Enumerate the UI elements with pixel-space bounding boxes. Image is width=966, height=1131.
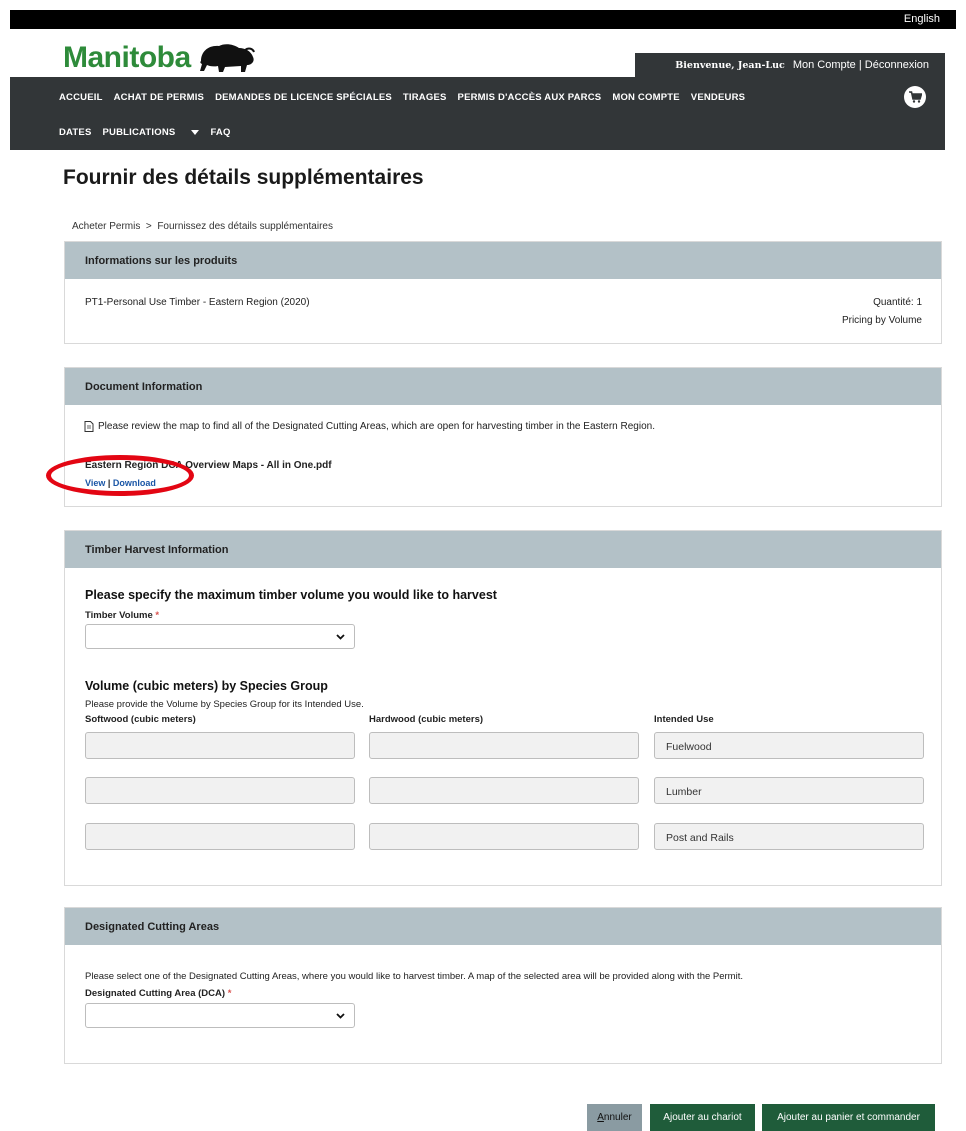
breadcrumb-sep: > [145,221,152,232]
nav-item-achat-de-permis[interactable]: ACHAT DE PERMIS [114,92,204,103]
cancel-button[interactable]: Annuler [587,1104,642,1131]
timber-panel-heading: Timber Harvest Information [65,531,941,568]
hardwood-input-fuelwood[interactable] [369,732,639,759]
main-nav [10,77,945,150]
nav-item-faq[interactable]: FAQ [210,127,230,138]
chevron-down-icon [336,634,345,640]
softwood-input-lumber[interactable] [85,777,355,804]
page-title: Fournir des détails supplémentaires [63,166,424,189]
product-info-panel: Informations sur les produits PT1-Person… [64,241,942,344]
document-icon [84,421,94,432]
brand-name: Manitoba [63,41,191,74]
document-info-panel: Document Information Please review the m… [64,367,942,507]
dca-description: Please select one of the Designated Cutt… [85,971,743,982]
dca-panel-heading: Designated Cutting Areas [65,908,941,945]
species-help: Please provide the Volume by Species Gro… [85,699,364,710]
species-title: Volume (cubic meters) by Species Group [85,679,328,693]
dca-select[interactable] [85,1003,355,1028]
logout-link[interactable]: Déconnexion [865,59,929,71]
intended-use-fuelwood: Fuelwood [654,732,924,759]
hardwood-input-lumber[interactable] [369,777,639,804]
softwood-input-post-rails[interactable] [85,823,355,850]
product-panel-heading: Informations sur les produits [65,242,941,279]
nav-row-1: ACCUEIL ACHAT DE PERMIS DEMANDES DE LICE… [59,92,756,103]
account-link[interactable]: Mon Compte [793,59,856,71]
nav-row-2: DATES PUBLICATIONS FAQ [59,127,242,138]
col-hardwood-header: Hardwood (cubic meters) [369,714,484,725]
chevron-down-icon [336,1013,345,1019]
softwood-input-fuelwood[interactable] [85,732,355,759]
welcome-text: Bienvenue, Jean-Luc [675,59,785,71]
caret-down-icon [191,130,200,135]
breadcrumb-parent[interactable]: Acheter Permis [72,221,140,232]
cart-glyph-icon [908,91,922,103]
add-and-order-button[interactable]: Ajouter au panier et commander [762,1104,935,1131]
nav-item-accueil[interactable]: ACCUEIL [59,92,103,103]
nav-item-publications[interactable]: PUBLICATIONS [103,127,200,138]
timber-volume-select[interactable] [85,624,355,649]
welcome-bar: Bienvenue, Jean-Luc Mon Compte | Déconne… [635,53,945,77]
dca-label-text: Designated Cutting Area (DCA) [85,988,226,999]
nav-item-publications-label: PUBLICATIONS [102,127,176,138]
highlight-ring [46,455,194,496]
product-quantity: Quantité: 1 [873,297,922,308]
add-to-cart-button[interactable]: Ajouter au chariot [650,1104,755,1131]
required-mark: * [227,988,232,999]
nav-item-permis-parcs[interactable]: PERMIS D'ACCÈS AUX PARCS [458,92,602,103]
document-description-row: Please review the map to find all of the… [84,421,655,432]
nav-item-licence-speciales[interactable]: DEMANDES DE LICENCE SPÉCIALES [215,92,392,103]
document-description: Please review the map to find all of the… [98,421,655,432]
dca-label: Designated Cutting Area (DCA) * [85,988,231,999]
timber-harvest-panel: Timber Harvest Information Please specif… [64,530,942,886]
dca-panel: Designated Cutting Areas Please select o… [64,907,942,1064]
breadcrumb-current: Fournissez des détails supplémentaires [157,221,333,232]
top-bar: English [10,10,956,29]
nav-item-vendeurs[interactable]: VENDEURS [691,92,745,103]
manitoba-logo[interactable]: Manitoba [63,38,257,78]
breadcrumb: Acheter Permis > Fournissez des détails … [72,221,333,232]
timber-question: Please specify the maximum timber volume… [85,588,497,602]
document-panel-heading: Document Information [65,368,941,405]
hardwood-input-post-rails[interactable] [369,823,639,850]
timber-volume-label: Timber Volume * [85,610,159,621]
intended-use-post-rails: Post and Rails [654,823,924,850]
cancel-rest: nnuler [603,1112,632,1123]
nav-item-dates[interactable]: DATES [59,127,92,138]
timber-volume-label-text: Timber Volume [85,610,153,621]
col-softwood-header: Softwood (cubic meters) [85,714,196,725]
shopping-cart-icon[interactable] [904,86,926,108]
bison-logo-icon [199,44,255,72]
language-link[interactable]: English [904,13,940,25]
separator: | [858,59,862,71]
product-pricing: Pricing by Volume [841,315,922,326]
nav-item-tirages[interactable]: TIRAGES [403,92,447,103]
product-name: PT1-Personal Use Timber - Eastern Region… [85,297,310,308]
required-mark: * [155,610,160,621]
nav-item-mon-compte[interactable]: MON COMPTE [612,92,679,103]
cancel-accesskey: A [597,1112,604,1123]
page: English Manitoba Bienvenue, Jean-Luc Mon… [0,0,966,1131]
col-use-header: Intended Use [654,714,714,725]
intended-use-lumber: Lumber [654,777,924,804]
